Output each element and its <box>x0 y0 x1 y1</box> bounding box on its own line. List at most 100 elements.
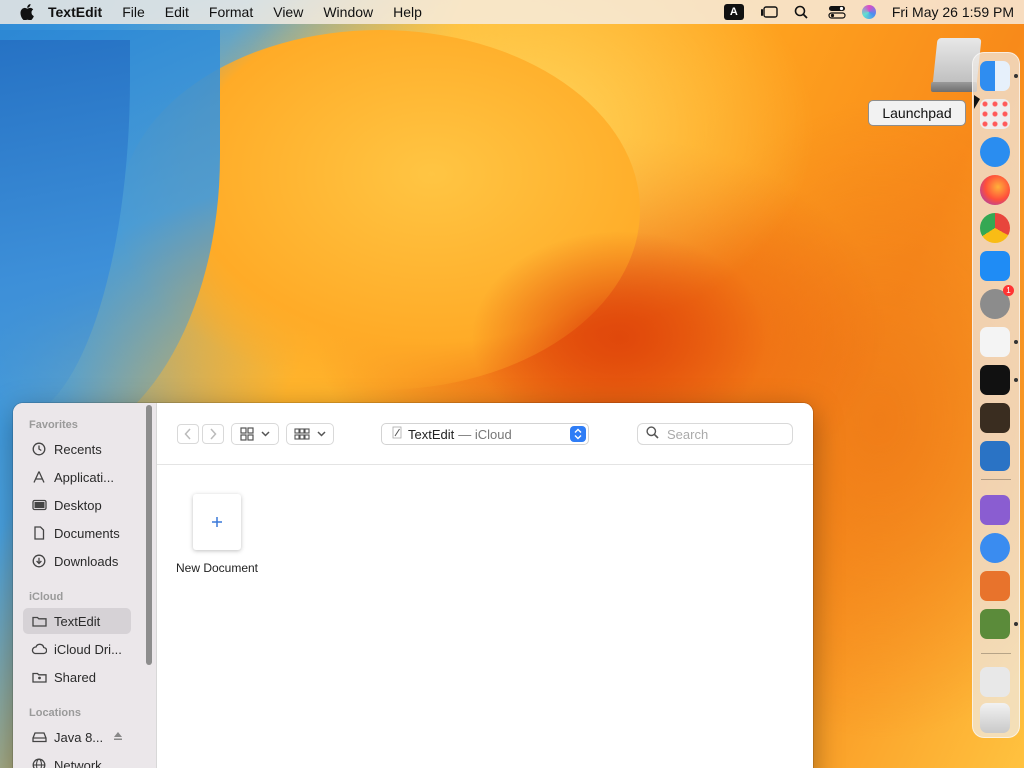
toolbar: TextEdit — iCloud <box>157 403 813 465</box>
input-source-icon[interactable]: A <box>723 4 744 20</box>
menu-help[interactable]: Help <box>393 4 422 20</box>
applications-icon <box>31 470 47 484</box>
dock-minecraft-icon[interactable] <box>980 609 1010 639</box>
menu-bar: TextEdit File Edit Format View Window He… <box>0 0 1024 24</box>
search-input[interactable] <box>667 426 777 442</box>
menu-edit[interactable]: Edit <box>165 4 189 20</box>
dock-preview-window-icon[interactable] <box>980 667 1010 697</box>
textedit-open-window: Favorites Recents Applicati... Desktop D… <box>13 403 813 768</box>
dock-finder-icon[interactable] <box>980 61 1010 91</box>
dock-tooltip: Launchpad <box>868 100 966 126</box>
dock-firefox-icon[interactable] <box>980 175 1010 205</box>
dock-separator <box>981 653 1011 654</box>
menu-clock[interactable]: Fri May 26 1:59 PM <box>892 4 1014 20</box>
location-name: TextEdit <box>408 426 455 442</box>
sidebar-item-java-volume[interactable]: Java 8... <box>23 724 131 750</box>
dock-textedit-icon[interactable] <box>980 327 1010 357</box>
sidebar-item-textedit[interactable]: TextEdit <box>23 608 131 634</box>
menu-format[interactable]: Format <box>209 4 253 20</box>
spotlight-search-icon[interactable] <box>794 5 812 19</box>
document-icon <box>31 526 47 540</box>
dock-running-indicator <box>1014 340 1018 344</box>
dock-network-app-icon[interactable] <box>980 571 1010 601</box>
group-grid-icon <box>294 428 310 440</box>
desktop-icon <box>31 498 47 512</box>
sidebar-item-label: Documents <box>54 525 120 541</box>
menu-file[interactable]: File <box>122 4 145 20</box>
clock-icon <box>31 442 47 456</box>
sidebar-item-label: Desktop <box>54 497 102 513</box>
menu-view[interactable]: View <box>273 4 303 20</box>
icon-view-button[interactable] <box>231 423 279 445</box>
sidebar-header-icloud: iCloud <box>29 591 64 603</box>
textedit-doc-icon <box>392 426 402 442</box>
notification-badge: 1 <box>1003 285 1014 296</box>
cloud-icon <box>31 642 47 656</box>
sidebar-item-icloud-drive[interactable]: iCloud Dri... <box>23 636 131 662</box>
globe-icon <box>31 758 47 768</box>
chevron-right-icon <box>210 428 217 440</box>
group-view-button[interactable] <box>286 423 334 445</box>
sidebar-item-label: Java 8... <box>54 729 104 745</box>
dock: 1 <box>972 52 1020 738</box>
grid-view-icon <box>240 427 254 441</box>
download-icon <box>31 554 47 568</box>
wallpaper-shadow <box>470 230 770 410</box>
dock-system-settings-icon[interactable]: 1 <box>980 285 1014 319</box>
stage-manager-icon[interactable] <box>760 5 778 19</box>
search-field[interactable] <box>637 423 793 445</box>
sidebar-item-recents[interactable]: Recents <box>23 436 131 462</box>
new-document-label: New Document <box>175 561 259 575</box>
dock-trash-icon[interactable] <box>980 703 1010 733</box>
dock-running-indicator <box>1014 622 1018 626</box>
siri-icon[interactable] <box>861 5 876 19</box>
dock-guitar-app-icon[interactable] <box>980 403 1010 433</box>
chevron-down-icon <box>317 431 326 437</box>
dock-separator <box>981 479 1011 480</box>
dock-running-indicator <box>1014 74 1018 78</box>
menu-app-name[interactable]: TextEdit <box>48 4 102 20</box>
sidebar-item-network[interactable]: Network <box>23 752 131 768</box>
dock-app-store-icon[interactable] <box>980 251 1010 281</box>
sidebar-item-label: Shared <box>54 669 96 685</box>
dock-launchpad-icon[interactable] <box>980 99 1010 129</box>
updown-chevron-icon <box>570 426 586 442</box>
mouse-cursor-icon <box>974 95 980 109</box>
dock-terminal-icon[interactable] <box>980 365 1010 395</box>
sidebar-item-label: Downloads <box>54 553 119 569</box>
plus-icon <box>211 512 223 533</box>
dock-running-indicator <box>1014 378 1018 382</box>
menu-window[interactable]: Window <box>323 4 373 20</box>
sidebar-item-applications[interactable]: Applicati... <box>23 464 131 490</box>
dock-chrome-icon[interactable] <box>980 213 1010 243</box>
disk-icon <box>31 730 47 744</box>
shared-folder-icon <box>31 670 47 684</box>
sidebar-item-label: iCloud Dri... <box>54 641 122 657</box>
apple-menu-icon[interactable] <box>20 4 34 21</box>
sidebar-item-label: Applicati... <box>54 469 114 485</box>
location-popup[interactable]: TextEdit — iCloud <box>381 423 589 445</box>
back-button[interactable] <box>177 424 199 444</box>
control-center-icon[interactable] <box>828 5 846 19</box>
sidebar-scrollbar[interactable] <box>146 405 152 665</box>
sidebar-item-label: Network <box>54 757 102 768</box>
sidebar-item-downloads[interactable]: Downloads <box>23 548 131 574</box>
dock-vscode-icon[interactable] <box>980 441 1010 471</box>
sidebar-header-favorites: Favorites <box>29 419 78 431</box>
sidebar-item-label: Recents <box>54 441 102 457</box>
eject-icon[interactable] <box>113 731 123 744</box>
chevron-left-icon <box>184 428 191 440</box>
sidebar-item-documents[interactable]: Documents <box>23 520 131 546</box>
sidebar-item-desktop[interactable]: Desktop <box>23 492 131 518</box>
search-icon <box>646 426 659 442</box>
new-document-button[interactable] <box>193 494 241 550</box>
sidebar-item-shared[interactable]: Shared <box>23 664 131 690</box>
location-sub: — iCloud <box>458 426 512 442</box>
folder-icon <box>31 614 47 628</box>
dock-launcher-app-icon[interactable] <box>980 533 1010 563</box>
dock-visual-studio-icon[interactable] <box>980 495 1010 525</box>
sidebar-item-label: TextEdit <box>54 613 101 629</box>
forward-button[interactable] <box>202 424 224 444</box>
chevron-down-icon <box>261 431 270 437</box>
dock-safari-icon[interactable] <box>980 137 1010 167</box>
